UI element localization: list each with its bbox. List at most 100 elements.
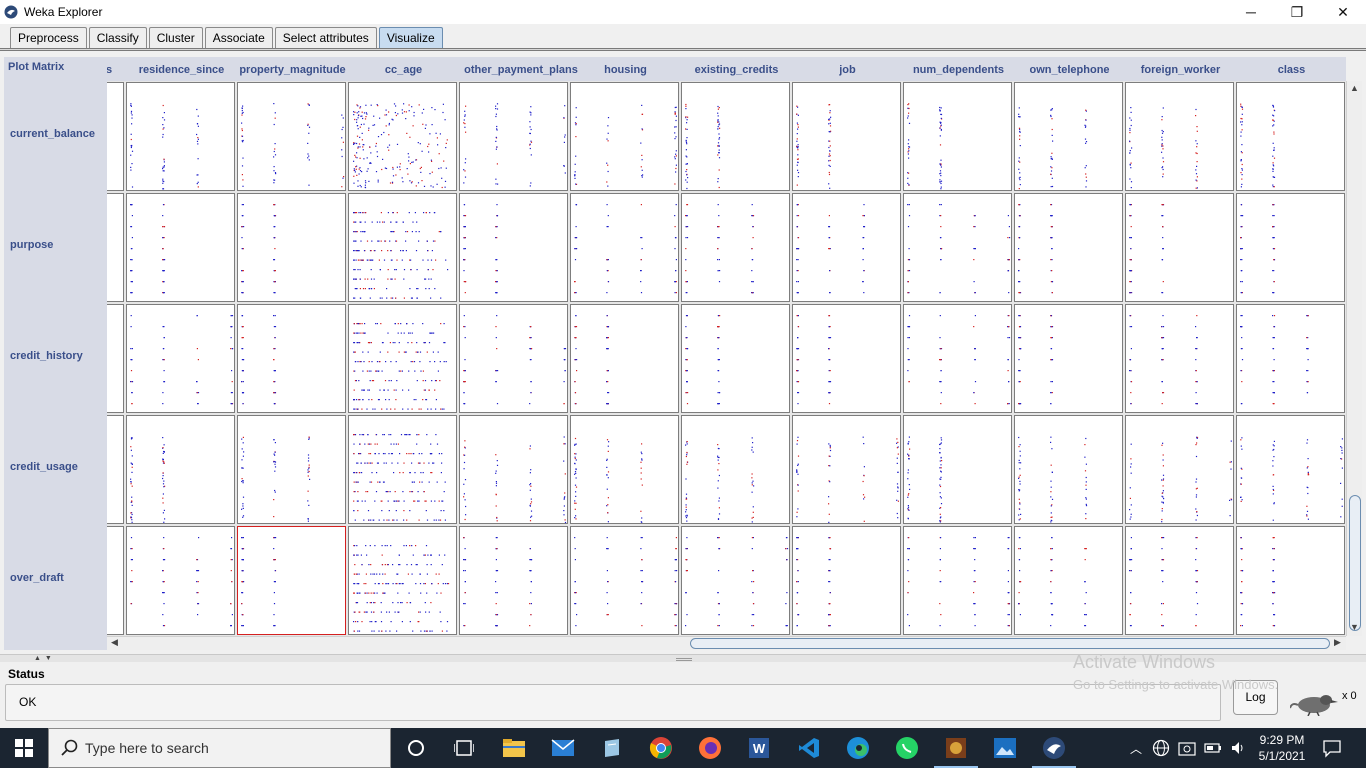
task-view-icon[interactable] [450, 734, 478, 762]
scatter-cell[interactable] [459, 82, 568, 191]
scatter-cell-partial[interactable] [107, 82, 124, 191]
scatter-cell[interactable] [681, 193, 790, 302]
taskbar-search-box[interactable]: Type here to search [48, 728, 391, 768]
scatter-cell[interactable] [126, 415, 235, 524]
scatter-cell[interactable] [459, 526, 568, 635]
scatter-cell[interactable] [1125, 526, 1234, 635]
chrome-icon[interactable] [647, 734, 675, 762]
mail-icon[interactable] [549, 734, 577, 762]
scatter-cell-partial[interactable] [107, 193, 124, 302]
scroll-left-arrow-icon[interactable]: ◀ [111, 637, 118, 648]
tab-associate[interactable]: Associate [204, 27, 273, 48]
splitter-arrows-icon[interactable]: ▲▼ [34, 655, 56, 662]
scatter-cell[interactable] [1236, 304, 1345, 413]
show-hidden-icons-icon[interactable]: ︿ [1130, 740, 1142, 757]
scatter-cell[interactable] [570, 304, 679, 413]
volume-icon[interactable] [1230, 740, 1246, 756]
start-button[interactable] [0, 728, 48, 768]
cortana-icon[interactable] [402, 734, 430, 762]
scatter-cell[interactable] [570, 82, 679, 191]
scatter-cell[interactable] [348, 193, 457, 302]
tab-cluster[interactable]: Cluster [148, 27, 203, 48]
scatter-cell[interactable] [570, 526, 679, 635]
scatter-cell[interactable] [237, 193, 346, 302]
weka-icon[interactable] [1032, 734, 1076, 768]
scatter-cell[interactable] [1236, 415, 1345, 524]
scatter-cell[interactable] [1014, 304, 1123, 413]
firefox-icon[interactable] [696, 734, 724, 762]
scatter-cell[interactable] [1014, 526, 1123, 635]
scatter-cell[interactable] [1236, 193, 1345, 302]
notification-center-icon[interactable] [1322, 738, 1342, 758]
scatter-cell[interactable] [903, 415, 1012, 524]
scatter-cell-partial[interactable] [107, 304, 124, 413]
tab-preprocess[interactable]: Preprocess [10, 27, 87, 48]
scatter-cell[interactable] [126, 304, 235, 413]
scatter-cell[interactable] [237, 526, 346, 635]
scatter-cell[interactable] [126, 82, 235, 191]
close-button[interactable]: ✕ [1320, 0, 1366, 24]
scatter-cell[interactable] [681, 304, 790, 413]
tab-select-attributes[interactable]: Select attributes [274, 27, 377, 48]
scroll-up-arrow-icon[interactable]: ▲ [1350, 83, 1359, 93]
scatter-cell[interactable] [681, 415, 790, 524]
scatter-cell[interactable] [681, 82, 790, 191]
vertical-scroll-thumb[interactable] [1349, 495, 1361, 631]
scatter-cell[interactable] [1014, 415, 1123, 524]
scroll-right-arrow-icon[interactable]: ▶ [1334, 637, 1341, 648]
scatter-cell[interactable] [1125, 415, 1234, 524]
horizontal-scroll-thumb[interactable] [690, 638, 1330, 649]
file-explorer-icon[interactable] [500, 734, 528, 762]
scatter-cell[interactable] [348, 82, 457, 191]
horizontal-scrollbar[interactable]: ◀ ▶ [107, 636, 1346, 650]
maximize-button[interactable]: ❐ [1274, 0, 1320, 24]
scatter-cell[interactable] [348, 415, 457, 524]
scatter-cell[interactable] [570, 415, 679, 524]
photos-icon[interactable] [991, 734, 1019, 762]
scatter-cell-partial[interactable] [107, 415, 124, 524]
scatter-cell[interactable] [348, 304, 457, 413]
tab-visualize[interactable]: Visualize [378, 27, 443, 48]
minimize-button[interactable]: ─ [1228, 0, 1274, 24]
scatter-cell[interactable] [1236, 82, 1345, 191]
scatter-cell[interactable] [459, 304, 568, 413]
scatter-cell[interactable] [903, 82, 1012, 191]
scatter-cell[interactable] [1125, 193, 1234, 302]
scatter-cell[interactable] [126, 193, 235, 302]
vertical-scrollbar[interactable]: ▲ ▼ [1346, 81, 1362, 636]
scatter-cell[interactable] [792, 526, 901, 635]
word-icon[interactable]: W [745, 734, 773, 762]
scroll-down-arrow-icon[interactable]: ▼ [1350, 622, 1359, 632]
splitter-grip[interactable] [676, 658, 692, 661]
scatter-cell[interactable] [792, 304, 901, 413]
scatter-cell[interactable] [681, 526, 790, 635]
scatter-cell[interactable] [237, 415, 346, 524]
scatter-cell[interactable] [237, 304, 346, 413]
scatter-cell[interactable] [903, 193, 1012, 302]
tab-classify[interactable]: Classify [88, 27, 147, 48]
scatter-cell[interactable] [792, 82, 901, 191]
scatter-cell[interactable] [1125, 304, 1234, 413]
edge-icon[interactable] [844, 734, 872, 762]
scatter-cell[interactable] [903, 526, 1012, 635]
scatter-cell[interactable] [792, 415, 901, 524]
globe-icon[interactable] [1152, 739, 1170, 757]
scatter-cell[interactable] [903, 304, 1012, 413]
scatter-cell[interactable] [459, 193, 568, 302]
game-icon[interactable] [934, 734, 978, 768]
scatter-cell[interactable] [1236, 526, 1345, 635]
camera-icon[interactable] [1178, 740, 1196, 756]
scatter-cell[interactable] [570, 193, 679, 302]
scatter-cell[interactable] [1014, 82, 1123, 191]
scatter-cell[interactable] [792, 193, 901, 302]
whatsapp-icon[interactable] [893, 734, 921, 762]
plot-matrix-grid[interactable] [107, 81, 1346, 636]
scatter-cell[interactable] [1125, 82, 1234, 191]
taskbar-clock[interactable]: 9:29 PM 5/1/2021 [1254, 732, 1310, 764]
scatter-cell[interactable] [1014, 193, 1123, 302]
scatter-cell-partial[interactable] [107, 526, 124, 635]
scatter-cell[interactable] [459, 415, 568, 524]
battery-icon[interactable] [1204, 742, 1222, 754]
vscode-icon[interactable] [795, 734, 823, 762]
notes-icon[interactable] [598, 734, 626, 762]
